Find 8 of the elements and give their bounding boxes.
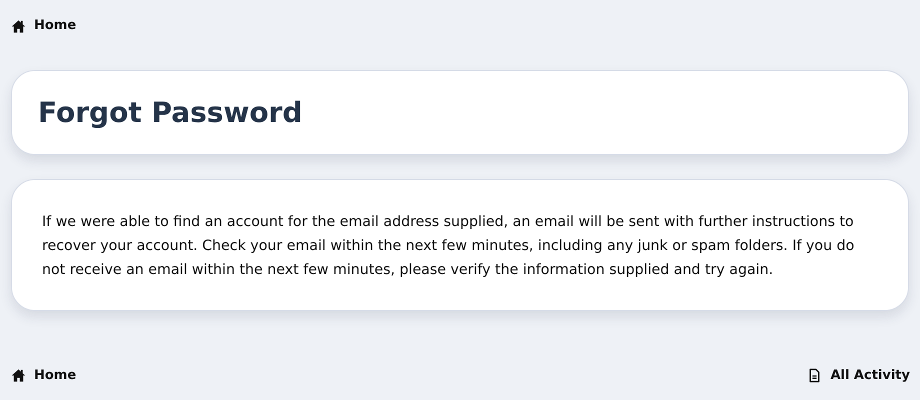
message-text: If we were able to find an account for the email address supplied, an email will be sent with further instructions to recover your account. Check your email within the next few minutes, including any junk or spam folders. If you do not receive an email within the next few minutes, please verify the information supplied and try again. bbox=[42, 213, 856, 280]
nav-link[interactable]: Home bbox=[11, 16, 76, 36]
home-icon bbox=[11, 368, 26, 384]
nav-link[interactable]: All Activity bbox=[807, 366, 910, 386]
page-title: Forgot Password bbox=[38, 96, 302, 130]
nav-link[interactable]: Home bbox=[11, 366, 76, 386]
home-icon bbox=[11, 18, 26, 34]
document-icon bbox=[807, 368, 822, 384]
